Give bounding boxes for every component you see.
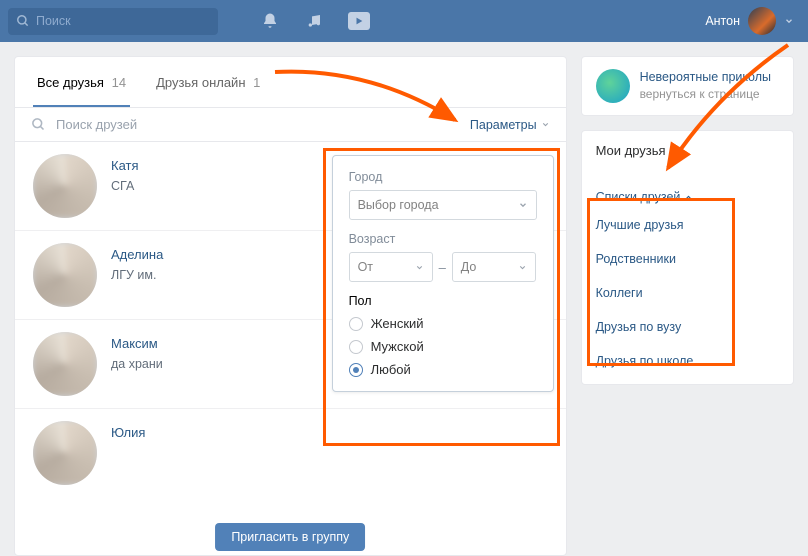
friend-name-link[interactable]: Юлия	[111, 425, 145, 440]
music-icon[interactable]	[304, 11, 324, 31]
friend-name-link[interactable]: Максим	[111, 336, 163, 351]
invite-button[interactable]: Пригласить в группу	[215, 523, 365, 551]
search-icon	[16, 14, 30, 28]
promo-avatar[interactable]	[596, 69, 630, 103]
user-menu[interactable]: Антон	[705, 7, 794, 35]
sidebar: Невероятные приколы вернуться к странице…	[581, 56, 794, 385]
params-panel: Город Выбор города Возраст От – До Пол	[332, 155, 554, 392]
search-icon	[31, 117, 46, 132]
radio-icon	[349, 340, 363, 354]
params-toggle[interactable]: Параметры	[470, 118, 550, 132]
avatar[interactable]	[33, 332, 97, 396]
avatar[interactable]	[33, 421, 97, 485]
list-item: Юлия	[15, 409, 566, 497]
avatar[interactable]	[33, 243, 97, 307]
sex-male-radio[interactable]: Мужской	[349, 339, 537, 354]
radio-icon	[349, 363, 363, 377]
friend-subtitle: СГА	[111, 179, 139, 193]
friend-name-link[interactable]: Аделина	[111, 247, 163, 262]
city-placeholder: Выбор города	[358, 198, 439, 212]
sidebar-item[interactable]: Лучшие друзья	[582, 208, 793, 242]
age-from-select[interactable]: От	[349, 252, 433, 282]
city-select[interactable]: Выбор города	[349, 190, 537, 220]
friend-lists-toggle[interactable]: Списки друзей	[596, 182, 779, 208]
chevron-down-icon	[784, 16, 794, 26]
tab-label: Друзья онлайн	[156, 75, 245, 90]
age-to-select[interactable]: До	[452, 252, 536, 282]
sidebar-item[interactable]: Друзья по вузу	[582, 310, 793, 344]
top-bar: Антон	[0, 0, 808, 42]
friends-search-input[interactable]	[56, 117, 470, 132]
city-label: Город	[349, 170, 537, 184]
global-search[interactable]	[8, 8, 218, 35]
sex-female-radio[interactable]: Женский	[349, 316, 537, 331]
tab-count: 14	[112, 75, 126, 90]
chevron-down-icon	[518, 200, 528, 210]
promo-back-link[interactable]: вернуться к странице	[640, 87, 771, 101]
params-label: Параметры	[470, 118, 537, 132]
chevron-down-icon	[518, 263, 527, 272]
chevron-up-icon	[684, 193, 693, 202]
friend-subtitle: да храни	[111, 357, 163, 371]
tab-label: Все друзья	[37, 75, 104, 90]
side-lists-card: Мои друзья Списки друзей Лучшие друзья Р…	[581, 130, 794, 385]
tab-all-friends[interactable]: Все друзья 14	[33, 57, 130, 107]
friends-main: Все друзья 14 Друзья онлайн 1 Параметры …	[14, 56, 567, 556]
tab-online-friends[interactable]: Друзья онлайн 1	[152, 57, 264, 107]
age-label: Возраст	[349, 232, 537, 246]
radio-icon	[349, 317, 363, 331]
sidebar-item[interactable]: Родственники	[582, 242, 793, 276]
avatar	[748, 7, 776, 35]
age-dash: –	[439, 260, 446, 275]
chevron-down-icon	[541, 120, 550, 129]
play-icon[interactable]	[348, 12, 370, 30]
friend-name-link[interactable]: Катя	[111, 158, 139, 173]
sex-any-radio[interactable]: Любой	[349, 362, 537, 377]
topbar-icons	[260, 11, 370, 31]
sex-label: Пол	[349, 294, 537, 308]
promo-card: Невероятные приколы вернуться к странице	[581, 56, 794, 116]
user-name: Антон	[705, 14, 740, 28]
bell-icon[interactable]	[260, 11, 280, 31]
my-friends-title: Мои друзья	[596, 143, 779, 164]
search-input[interactable]	[36, 14, 210, 28]
sidebar-item[interactable]: Друзья по школе	[582, 344, 793, 378]
friends-search-row: Параметры	[15, 108, 566, 142]
promo-title-link[interactable]: Невероятные приколы	[640, 69, 771, 85]
friend-subtitle: ЛГУ им.	[111, 268, 163, 282]
tab-count: 1	[253, 75, 260, 90]
chevron-down-icon	[415, 263, 424, 272]
avatar[interactable]	[33, 154, 97, 218]
sidebar-item[interactable]: Коллеги	[582, 276, 793, 310]
tabs: Все друзья 14 Друзья онлайн 1	[15, 57, 566, 108]
